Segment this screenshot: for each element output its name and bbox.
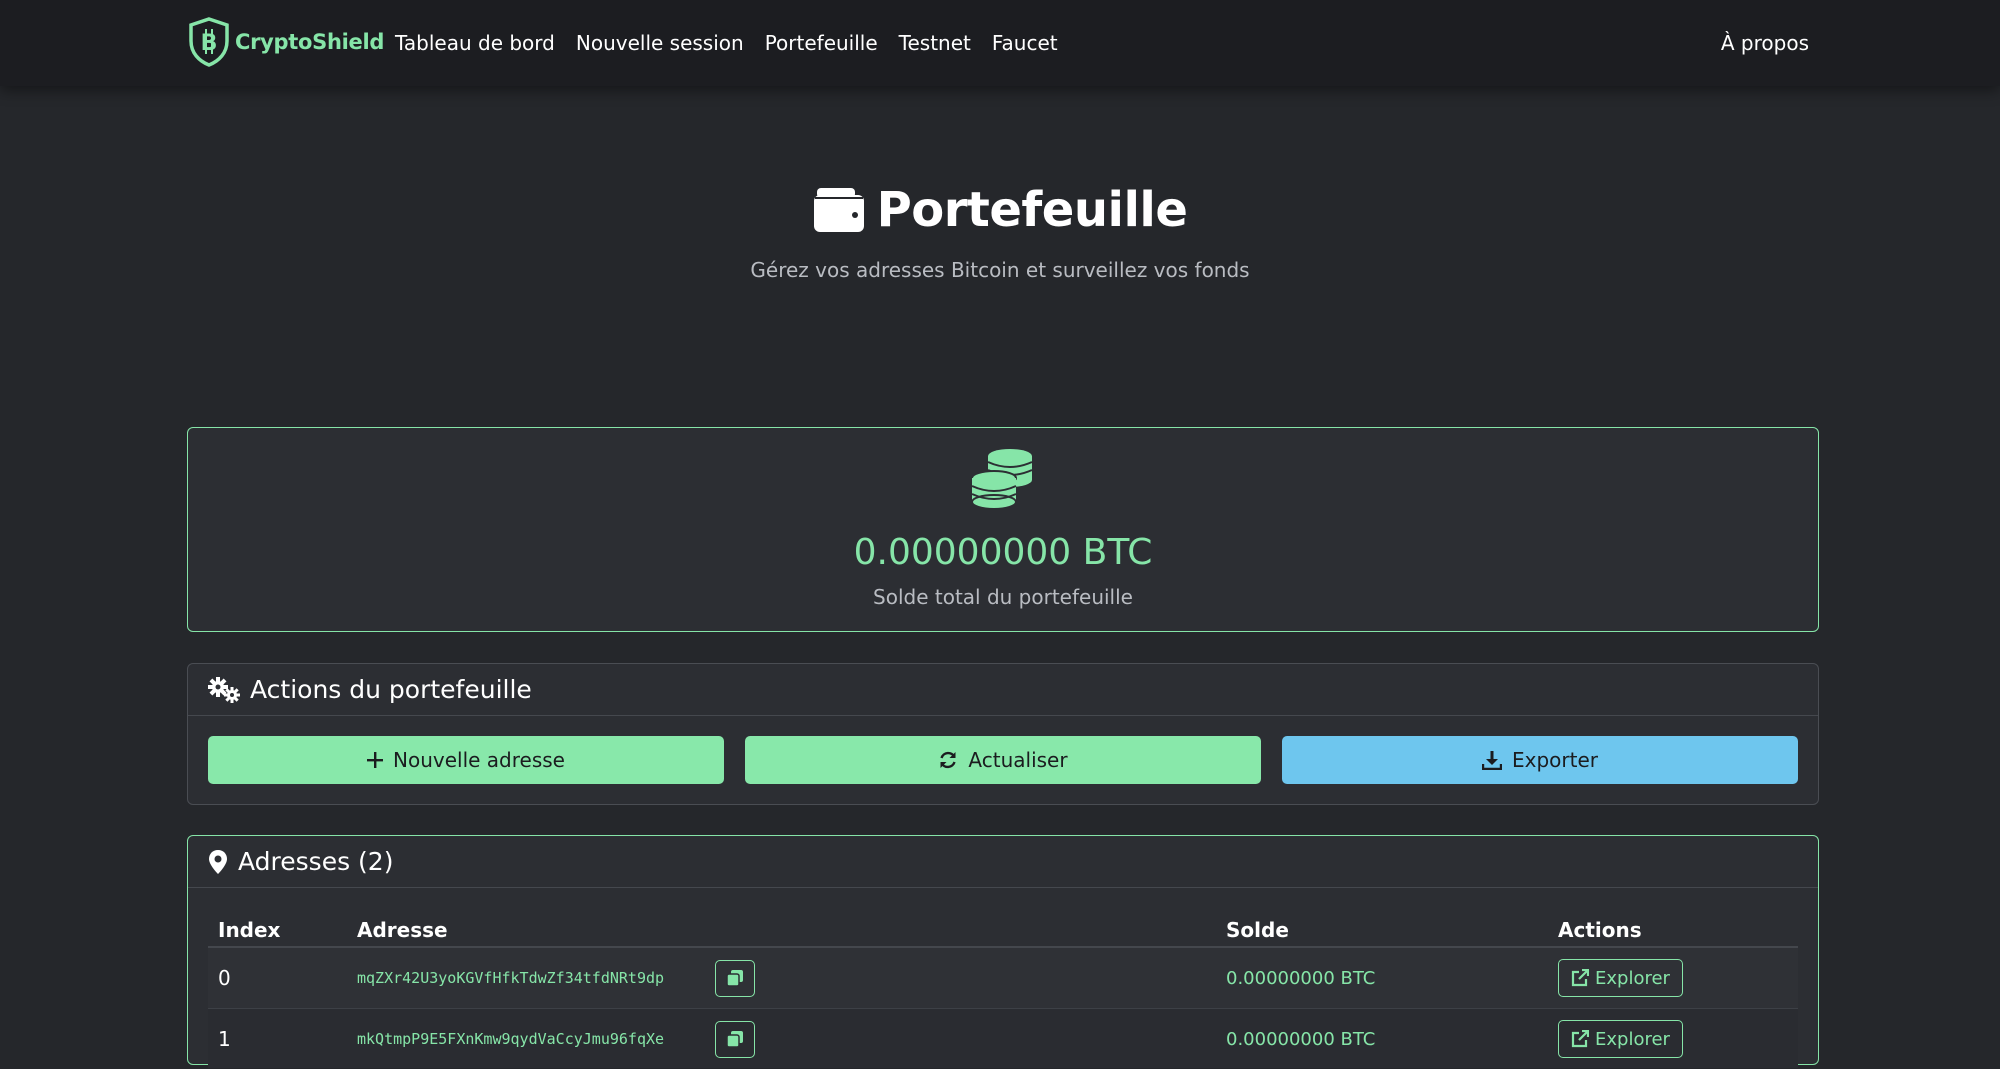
page-title-text: Portefeuille bbox=[876, 182, 1188, 238]
row-balance: 0.00000000 BTC bbox=[1226, 1028, 1376, 1050]
table-row: 1 mkQtmpP9E5FXnKmw9qydVaCcyJmu96fqXe 0.0… bbox=[208, 1008, 1798, 1068]
column-header-address: Adresse bbox=[357, 918, 448, 942]
copy-icon bbox=[726, 1031, 743, 1048]
total-balance-label: Solde total du portefeuille bbox=[873, 585, 1133, 609]
page-title: Portefeuille bbox=[0, 182, 2000, 238]
nav-item-new-session[interactable]: Nouvelle session bbox=[576, 31, 744, 55]
column-header-actions: Actions bbox=[1558, 918, 1642, 942]
external-link-icon bbox=[1571, 969, 1589, 987]
row-address: mqZXr42U3yoKGVfHfkTdwZf34tfdNRt9dp bbox=[357, 969, 665, 987]
row-index: 0 bbox=[218, 966, 231, 990]
row-address: mkQtmpP9E5FXnKmw9qydVaCcyJmu96fqXe bbox=[357, 1030, 665, 1048]
row-index: 1 bbox=[218, 1027, 231, 1051]
navbar: B CryptoShield Tableau de bord Nouvelle … bbox=[0, 0, 2000, 86]
addresses-title: Adresses (2) bbox=[238, 847, 394, 876]
copy-address-button[interactable] bbox=[715, 1020, 755, 1058]
nav-item-dashboard[interactable]: Tableau de bord bbox=[395, 31, 555, 55]
hero: Portefeuille Gérez vos adresses Bitcoin … bbox=[0, 86, 2000, 346]
row-balance: 0.00000000 BTC bbox=[1226, 967, 1376, 989]
explore-label: Explorer bbox=[1595, 967, 1670, 989]
external-link-icon bbox=[1571, 1030, 1589, 1048]
copy-icon bbox=[726, 970, 743, 987]
table-row: 0 mqZXr42U3yoKGVfHfkTdwZf34tfdNRt9dp 0.0… bbox=[208, 948, 1798, 1008]
addresses-card: Adresses (2) Index Adresse Solde Actions… bbox=[187, 835, 1819, 1068]
explore-button[interactable]: Explorer bbox=[1558, 1020, 1683, 1058]
svg-text:B: B bbox=[201, 31, 218, 56]
new-address-button[interactable]: Nouvelle adresse bbox=[208, 736, 724, 784]
export-label: Exporter bbox=[1512, 748, 1598, 772]
bitcoin-shield-icon: B bbox=[189, 17, 229, 67]
gears-icon bbox=[208, 676, 240, 703]
refresh-button[interactable]: Actualiser bbox=[745, 736, 1261, 784]
new-address-label: Nouvelle adresse bbox=[393, 748, 565, 772]
nav-links: Tableau de bord Nouvelle session Portefe… bbox=[395, 0, 1079, 86]
refresh-icon bbox=[940, 751, 957, 769]
nav-item-wallet[interactable]: Portefeuille bbox=[765, 31, 878, 55]
wallet-icon bbox=[813, 188, 864, 232]
explore-button[interactable]: Explorer bbox=[1558, 959, 1683, 997]
export-button[interactable]: Exporter bbox=[1282, 736, 1798, 784]
brand-name: CryptoShield bbox=[235, 30, 385, 54]
map-pin-icon bbox=[209, 849, 227, 874]
nav-item-testnet[interactable]: Testnet bbox=[899, 31, 971, 55]
page-subtitle: Gérez vos adresses Bitcoin et surveillez… bbox=[750, 258, 1250, 282]
addresses-header: Adresses (2) bbox=[188, 836, 1818, 888]
copy-address-button[interactable] bbox=[715, 959, 755, 997]
plus-icon bbox=[367, 752, 383, 768]
download-icon bbox=[1482, 751, 1502, 770]
wallet-actions-card: Actions du portefeuille Nouvelle adresse… bbox=[187, 663, 1819, 805]
brand-logo[interactable]: B CryptoShield bbox=[187, 17, 384, 67]
wallet-actions-header: Actions du portefeuille bbox=[188, 664, 1818, 716]
total-balance-value: 0.00000000 BTC bbox=[853, 532, 1153, 573]
column-header-balance: Solde bbox=[1226, 918, 1289, 942]
explore-label: Explorer bbox=[1595, 1028, 1670, 1050]
column-header-index: Index bbox=[218, 918, 281, 942]
coins-icon bbox=[971, 449, 1033, 510]
nav-item-faucet[interactable]: Faucet bbox=[992, 31, 1058, 55]
refresh-label: Actualiser bbox=[968, 748, 1068, 772]
nav-item-about[interactable]: À propos bbox=[1721, 0, 1809, 86]
wallet-actions-title: Actions du portefeuille bbox=[250, 675, 532, 704]
balance-card: 0.00000000 BTC Solde total du portefeuil… bbox=[187, 427, 1819, 632]
